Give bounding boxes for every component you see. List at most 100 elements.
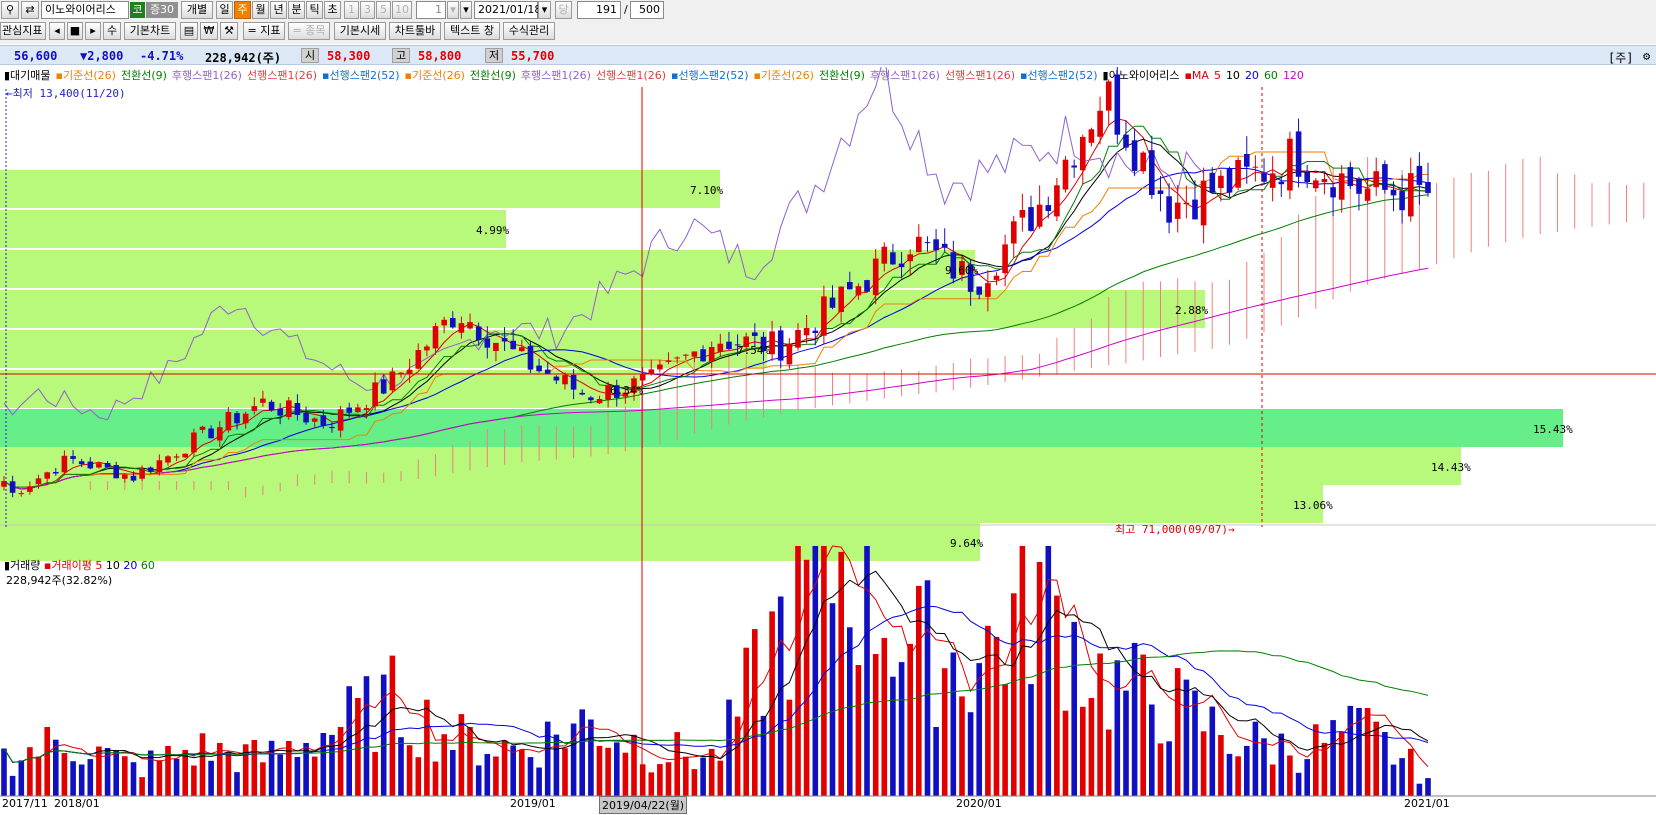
- candle-body: [1123, 134, 1129, 148]
- volume-title: ▮거래량: [4, 559, 41, 572]
- high-price: 58,800: [418, 49, 462, 63]
- period-minute[interactable]: 분: [288, 1, 305, 19]
- candle-body: [1356, 178, 1362, 194]
- candle-body: [1390, 189, 1397, 196]
- order-icon[interactable]: ▤: [180, 22, 198, 40]
- indicator-button[interactable]: = 지표: [243, 22, 285, 40]
- total-input[interactable]: 500: [630, 1, 664, 19]
- volume-bar: [70, 761, 76, 796]
- volume-bar: [752, 629, 758, 796]
- stock-name-field[interactable]: 이노와이어리스: [41, 1, 129, 19]
- volume-bar: [493, 756, 499, 796]
- candle-body: [147, 467, 154, 472]
- text-window-button[interactable]: 텍스트 창: [444, 22, 500, 40]
- x-label-2019-01: 2019/01: [510, 797, 556, 810]
- minute-option-10[interactable]: 10: [392, 1, 412, 19]
- candle-body: [424, 346, 430, 351]
- count-input[interactable]: 191: [577, 1, 621, 19]
- volume-bar: [847, 627, 853, 796]
- volume-bar: [1114, 660, 1121, 796]
- volume-bar: [130, 762, 137, 796]
- minute-option-1[interactable]: 1: [344, 1, 359, 19]
- candle-body: [1313, 180, 1319, 189]
- candle-body: [786, 343, 793, 365]
- nav-next-icon[interactable]: ▸: [85, 22, 101, 40]
- candle-body: [985, 283, 991, 297]
- period-day[interactable]: 일: [216, 1, 233, 19]
- nav-down-button[interactable]: 수: [103, 22, 121, 40]
- refresh-icon[interactable]: ⇄: [21, 1, 39, 19]
- tools-icon[interactable]: ⚒: [220, 22, 238, 40]
- minute-option-5[interactable]: 5: [376, 1, 391, 19]
- candle-body: [286, 400, 292, 418]
- minute-option-3[interactable]: 3: [360, 1, 375, 19]
- candle-body: [1071, 165, 1077, 168]
- candle-body: [35, 478, 42, 485]
- volume-bar: [898, 662, 905, 796]
- candle-body: [993, 275, 1000, 280]
- settings-icon[interactable]: ⚙: [1643, 49, 1650, 63]
- volume-bar: [156, 760, 163, 796]
- volume-bar: [769, 611, 775, 796]
- volume-bar: [9, 775, 16, 796]
- date-input[interactable]: 2021/01/18: [474, 1, 541, 19]
- unit-button[interactable]: [주]: [1608, 49, 1634, 66]
- volume-bar: [1011, 593, 1017, 796]
- formula-manager-button[interactable]: 수식관리: [503, 22, 555, 40]
- chart-toolbar-button[interactable]: 차트툴바: [389, 22, 441, 40]
- volume-profile-label: 14.43%: [1431, 461, 1471, 474]
- unit-input[interactable]: 1: [416, 1, 446, 19]
- quote-bar: 56,600 ▼2,800 -4.71% 228,942(주) 시 58,300…: [0, 45, 1656, 65]
- search-icon[interactable]: ⚲: [1, 1, 19, 19]
- candle-body: [1226, 168, 1233, 193]
- volume-bar: [544, 721, 551, 796]
- candle-body: [536, 365, 542, 372]
- won-button[interactable]: ₩: [200, 22, 218, 40]
- current-price: 56,600: [14, 49, 58, 63]
- candle-body: [1218, 175, 1224, 188]
- volume-profile-bar: [0, 170, 720, 208]
- period-tick[interactable]: 틱: [306, 1, 323, 19]
- date-suffix-button[interactable]: 당: [555, 1, 572, 19]
- individual-button[interactable]: 개별: [181, 1, 213, 19]
- indicator-list-button[interactable]: 관심지표: [0, 22, 46, 40]
- nav-stop-icon[interactable]: ■: [67, 22, 83, 40]
- volume-bar: [812, 546, 819, 796]
- basic-quote-button[interactable]: 기본시세: [334, 22, 386, 40]
- basic-chart-button[interactable]: 기본차트: [124, 22, 176, 40]
- date-dropdown-icon[interactable]: ▾: [538, 1, 551, 19]
- open-label: 시: [301, 48, 319, 63]
- volume-bar: [1088, 698, 1095, 796]
- candle-body: [1269, 173, 1276, 188]
- volume-bar: [1330, 720, 1336, 796]
- volume-bar: [1373, 721, 1379, 796]
- volume-bar: [941, 668, 948, 796]
- volume-bar: [1209, 706, 1216, 796]
- candle-body: [96, 463, 102, 468]
- volume-profile-bar: [0, 485, 1323, 523]
- volume-bar: [1131, 642, 1138, 796]
- candle-body: [1200, 180, 1207, 226]
- candle-body: [1347, 167, 1354, 187]
- volume-bar: [924, 580, 931, 796]
- candle-body: [234, 413, 240, 424]
- candle-body: [864, 280, 870, 292]
- period-year[interactable]: 년: [270, 1, 287, 19]
- period-second[interactable]: 초: [324, 1, 341, 19]
- item-button[interactable]: = 종목: [288, 22, 330, 40]
- candle-body: [1105, 81, 1112, 111]
- nav-prev-icon[interactable]: ◂: [49, 22, 65, 40]
- candle-body: [208, 428, 214, 439]
- unit-dropdown-icon[interactable]: ▾: [447, 1, 459, 19]
- candle-body: [372, 382, 378, 407]
- volume-bar: [916, 585, 922, 796]
- volume-bar: [1347, 705, 1354, 796]
- price-chart[interactable]: [0, 67, 1656, 797]
- candle-body: [380, 379, 387, 394]
- period-month[interactable]: 월: [252, 1, 269, 19]
- unit-stepper-icon[interactable]: ▾: [460, 1, 472, 19]
- volume-bar: [588, 719, 594, 796]
- period-week[interactable]: 주: [234, 1, 251, 19]
- candle-body: [225, 412, 232, 431]
- candle-body: [217, 427, 223, 441]
